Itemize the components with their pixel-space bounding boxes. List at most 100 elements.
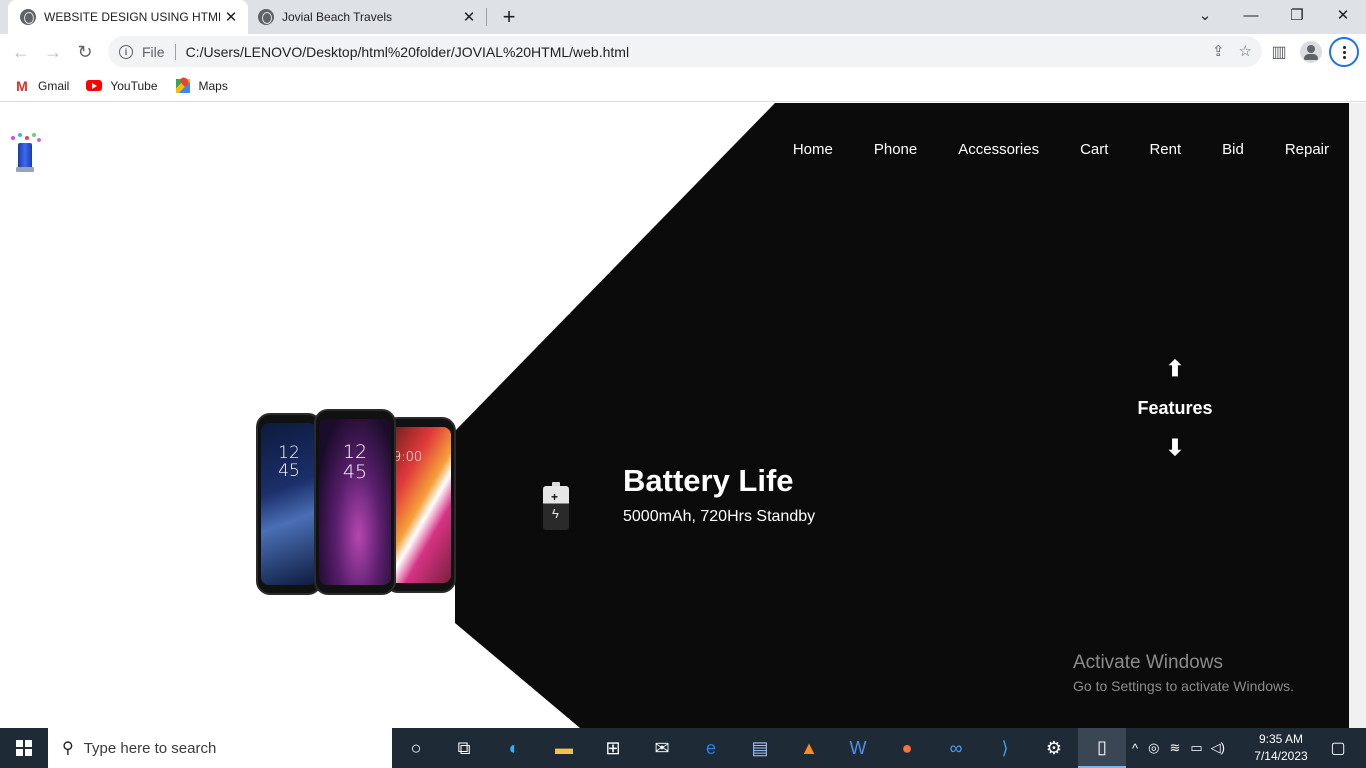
- tab-search-chevron-down-icon[interactable]: ⌄: [1182, 0, 1228, 30]
- bookmark-gmail[interactable]: M Gmail: [14, 78, 69, 94]
- window-close-button[interactable]: ✕: [1320, 0, 1366, 30]
- address-bar-actions: ⇪ ☆: [1212, 42, 1252, 60]
- bookmark-label: YouTube: [110, 78, 158, 93]
- new-tab-button[interactable]: +: [497, 4, 521, 29]
- phone-clock-hour: 12: [342, 441, 368, 463]
- nav-accessories[interactable]: Accessories: [958, 141, 1039, 158]
- restore-button[interactable]: ❐: [1274, 0, 1320, 30]
- feature-title: Battery Life: [623, 463, 794, 498]
- camera-icon[interactable]: ◎: [1148, 740, 1159, 756]
- scheme-label: File: [142, 43, 165, 60]
- vscode-icon[interactable]: ⟩: [981, 728, 1029, 768]
- bookmark-label: Maps: [198, 78, 228, 93]
- gmail-icon: M: [16, 77, 28, 94]
- maps-icon: [175, 78, 191, 94]
- nav-cart[interactable]: Cart: [1080, 141, 1108, 158]
- start-button[interactable]: [0, 728, 48, 768]
- notepad-icon[interactable]: ▯: [1078, 728, 1126, 768]
- tab-separator: [486, 8, 487, 26]
- tab-active[interactable]: WEBSITE DESIGN USING HTML A ✕: [8, 0, 248, 34]
- tab-strip: WEBSITE DESIGN USING HTML A ✕ Jovial Bea…: [0, 0, 1366, 34]
- vlc-icon[interactable]: ▲: [785, 728, 833, 768]
- battery-charging-icon: + ϟ: [543, 482, 569, 530]
- up-arrow-icon[interactable]: ⬆: [1130, 358, 1220, 380]
- address-bar[interactable]: i File C:/Users/LENOVO/Desktop/html%20fo…: [108, 36, 1262, 67]
- tab-title: Jovial Beach Travels: [282, 10, 393, 24]
- phone-clock: 9:00: [393, 450, 423, 465]
- info-icon[interactable]: i: [119, 44, 133, 59]
- system-tray: ^ ◎ ≋ ▭ ◁): [1132, 728, 1225, 768]
- address-separator: [174, 43, 176, 60]
- search-icon: ⚲: [62, 740, 74, 757]
- globe-icon: [20, 9, 36, 25]
- phones-image: 12 45 9:00 12 45: [256, 409, 456, 595]
- globe-icon: [258, 9, 274, 25]
- phone-clock-minute: 45: [278, 461, 300, 481]
- share-icon[interactable]: ⇪: [1212, 42, 1225, 60]
- cortana-circle-icon[interactable]: ○: [392, 728, 440, 768]
- app-icon[interactable]: ∞: [932, 728, 980, 768]
- battery-icon[interactable]: ▭: [1190, 740, 1202, 756]
- browser-toolbar: ← → ↻ i File C:/Users/LENOVO/Desktop/htm…: [0, 34, 1366, 70]
- side-panel-icon[interactable]: ▥: [1266, 39, 1292, 65]
- page-viewport: Home Phone Accessories Cart Rent Bid Rep…: [0, 103, 1349, 728]
- phone-clock-hour: 12: [278, 443, 300, 463]
- taskbar-search[interactable]: ⚲ Type here to search: [48, 728, 392, 768]
- tab-title: WEBSITE DESIGN USING HTML A: [44, 10, 220, 24]
- firefox-icon[interactable]: ●: [883, 728, 931, 768]
- phone-center: 12 45: [314, 409, 396, 595]
- nav-repair[interactable]: Repair: [1285, 141, 1329, 158]
- bookmark-star-icon[interactable]: ☆: [1239, 42, 1252, 60]
- main-nav: Home Phone Accessories Cart Rent Bid Rep…: [793, 141, 1349, 158]
- close-icon[interactable]: ✕: [458, 6, 480, 28]
- remote-desktop-icon[interactable]: ▤: [736, 728, 784, 768]
- edge-icon[interactable]: ◐: [490, 728, 538, 768]
- windows-taskbar: ⚲ Type here to search ○ ⧉ ◐ ▬ ⊞ ✉ e ▤ ▲ …: [0, 728, 1366, 768]
- settings-gear-icon[interactable]: ⚙: [1030, 728, 1078, 768]
- feature-subtitle: 5000mAh, 720Hrs Standby: [623, 508, 816, 525]
- internet-explorer-icon[interactable]: e: [687, 728, 735, 768]
- taskbar-date: 7/14/2023: [1254, 749, 1308, 763]
- store-icon[interactable]: ⊞: [589, 728, 637, 768]
- word-icon[interactable]: W: [834, 728, 882, 768]
- minimize-button[interactable]: —: [1228, 0, 1274, 30]
- forward-arrow-icon[interactable]: →: [38, 37, 68, 67]
- features-label: Features: [1137, 398, 1213, 418]
- back-arrow-icon[interactable]: ←: [6, 37, 36, 67]
- tab-inactive[interactable]: Jovial Beach Travels ✕: [250, 0, 486, 34]
- page-scrollbar[interactable]: [1349, 103, 1366, 728]
- watermark-subtitle: Go to Settings to activate Windows.: [1073, 678, 1294, 694]
- file-explorer-icon[interactable]: ▬: [540, 728, 588, 768]
- site-logo[interactable]: [8, 133, 44, 173]
- tray-chevron-up-icon[interactable]: ^: [1132, 741, 1138, 756]
- nav-phone[interactable]: Phone: [874, 141, 917, 158]
- bookmark-label: Gmail: [38, 78, 70, 93]
- phone-left: 12 45: [256, 413, 322, 595]
- youtube-icon: [86, 78, 103, 94]
- down-arrow-icon[interactable]: ⬇: [1130, 437, 1220, 459]
- volume-icon[interactable]: ◁): [1211, 740, 1225, 756]
- profile-avatar-icon[interactable]: [1298, 39, 1324, 65]
- nav-rent[interactable]: Rent: [1149, 141, 1181, 158]
- taskbar-time: 9:35 AM: [1258, 732, 1304, 746]
- watermark-title: Activate Windows: [1073, 652, 1223, 673]
- search-placeholder: Type here to search: [83, 739, 217, 757]
- nav-home[interactable]: Home: [793, 141, 833, 158]
- features-navigator: ⬆ Features ⬇: [1130, 358, 1220, 459]
- windows-logo-icon: [16, 740, 32, 756]
- url-text[interactable]: C:/Users/LENOVO/Desktop/html%20folder/JO…: [186, 44, 630, 60]
- wifi-icon[interactable]: ≋: [1169, 740, 1180, 756]
- mail-icon[interactable]: ✉: [638, 728, 686, 768]
- phone-clock-minute: 45: [342, 461, 368, 483]
- bookmark-youtube[interactable]: YouTube: [86, 78, 158, 94]
- task-view-icon[interactable]: ⧉: [440, 728, 488, 768]
- taskbar-clock[interactable]: 9:35 AM 7/14/2023: [1250, 731, 1312, 765]
- reload-icon[interactable]: ↻: [70, 37, 100, 67]
- activate-windows-watermark: Activate Windows Go to Settings to activ…: [1073, 652, 1294, 694]
- bookmarks-bar: M Gmail YouTube Maps: [0, 70, 1366, 102]
- notification-icon[interactable]: ▢: [1320, 728, 1356, 768]
- nav-bid[interactable]: Bid: [1222, 141, 1244, 158]
- close-icon[interactable]: ✕: [220, 6, 242, 28]
- browser-menu-kebab-icon[interactable]: [1329, 37, 1359, 67]
- bookmark-maps[interactable]: Maps: [175, 78, 228, 94]
